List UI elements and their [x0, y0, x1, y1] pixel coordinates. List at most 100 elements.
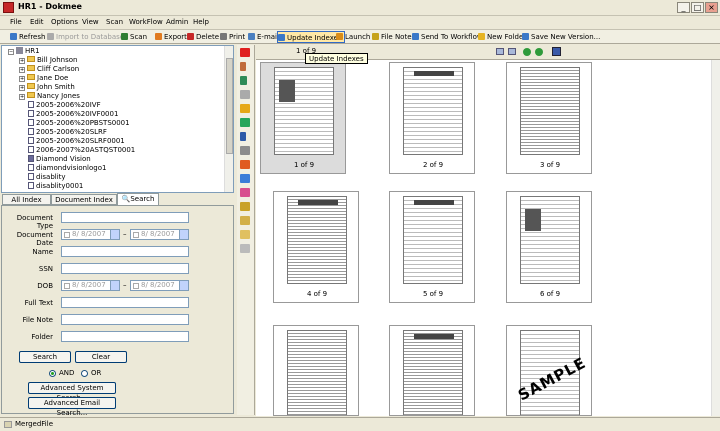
lock-icon[interactable]	[240, 216, 250, 225]
folder-input[interactable]	[61, 331, 189, 342]
tree-folder[interactable]: + Bill Johnson	[19, 56, 77, 65]
menu-scan[interactable]: Scan	[106, 18, 123, 26]
dob-to[interactable]: 8/ 8/2007	[130, 280, 189, 291]
tree-file[interactable]: Diamond Vision	[28, 155, 91, 164]
file-notes-button[interactable]: File Notes	[372, 31, 415, 43]
tree-file[interactable]: 2005-2006%20PBSTS0001	[28, 119, 130, 128]
note-icon[interactable]	[240, 90, 250, 99]
dob-from[interactable]: 8/ 8/2007	[61, 280, 120, 291]
tree-folder[interactable]: + John Smith	[19, 83, 75, 92]
grid-icon[interactable]	[240, 244, 250, 253]
menu-options[interactable]: Options	[51, 18, 78, 26]
calendar-dropdown-icon[interactable]	[179, 230, 188, 239]
send-to-workflow-button[interactable]: Send To Workflow	[412, 31, 483, 43]
expand-icon[interactable]: +	[19, 67, 25, 73]
calendar-dropdown-icon[interactable]	[179, 281, 188, 290]
refresh-button[interactable]: Refresh	[10, 31, 45, 43]
tree-folder[interactable]: + Cliff Carlson	[19, 65, 79, 74]
page-thumbnail-8[interactable]	[389, 325, 475, 416]
tree-file[interactable]: 2005-2006%20SLRF0001	[28, 137, 125, 146]
clear-button[interactable]: Clear	[75, 351, 127, 363]
expand-icon[interactable]: +	[19, 58, 25, 64]
expand-icon[interactable]: +	[19, 85, 25, 91]
date-checkbox[interactable]	[133, 283, 139, 289]
page-thumbnail-1[interactable]: 1 of 9	[260, 62, 346, 174]
tree-folder[interactable]: + Jane Doe	[19, 74, 68, 83]
marker-icon[interactable]	[240, 76, 247, 85]
page-thumbnail-5[interactable]: 5 of 9	[389, 191, 475, 303]
name-input[interactable]	[61, 246, 189, 257]
page-thumbnail-6[interactable]: 6 of 9	[506, 191, 592, 303]
launch-button[interactable]: Launch	[336, 31, 370, 43]
or-radio[interactable]	[81, 370, 88, 377]
tree-file[interactable]: 2005-2006%20SLRF	[28, 128, 107, 137]
text-icon[interactable]	[240, 146, 250, 155]
attach-icon[interactable]	[240, 202, 250, 211]
date-checkbox[interactable]	[133, 232, 139, 238]
page-icon[interactable]	[508, 48, 516, 55]
highlight-icon[interactable]	[240, 118, 250, 127]
tree-file[interactable]: 2006-2007%20ASTQST0001	[28, 146, 135, 155]
clip-icon[interactable]	[240, 230, 250, 239]
close-button[interactable]: ×	[705, 2, 718, 13]
and-radio[interactable]	[49, 370, 56, 377]
save-new-version-button[interactable]: Save New Version...	[522, 31, 600, 43]
date-checkbox[interactable]	[64, 283, 70, 289]
maximize-button[interactable]: □	[691, 2, 704, 13]
print-button[interactable]: Print	[220, 31, 245, 43]
pen-icon[interactable]	[240, 62, 246, 71]
search-button[interactable]: Search	[19, 351, 71, 363]
pointer-icon[interactable]	[240, 132, 246, 141]
scroll-thumb[interactable]	[226, 58, 233, 154]
page-thumbnail-3[interactable]: 3 of 9	[506, 62, 592, 174]
tree-folder[interactable]: + Nancy Jones	[19, 92, 80, 101]
scan-button[interactable]: Scan	[121, 31, 147, 43]
calendar-dropdown-icon[interactable]	[110, 281, 119, 290]
file-note-input[interactable]	[61, 314, 189, 325]
tab-search[interactable]: 🔍Search	[117, 193, 159, 205]
tree-file[interactable]: diamondvisionlogo1	[28, 164, 106, 173]
tab-document-index-fields[interactable]: Document Index Fields	[51, 194, 117, 214]
menu-view[interactable]: View	[82, 18, 99, 26]
tree-file[interactable]: 2005-2006%20IVF	[28, 101, 101, 110]
new-folder-button[interactable]: New Folder	[478, 31, 526, 43]
tree-file[interactable]: disablity0001	[28, 182, 83, 191]
advanced-system-search-button[interactable]: Advanced System Search...	[28, 382, 116, 402]
shape-icon[interactable]	[240, 160, 250, 169]
page-thumbnail-9[interactable]: SAMPLE	[506, 325, 592, 416]
color-icon[interactable]	[240, 48, 250, 57]
tab-all-index-fields[interactable]: All Index Fields	[2, 194, 51, 214]
tree-file[interactable]: 2005-2006%20IVF0001	[28, 110, 118, 119]
update-indexes-button[interactable]: Update Indexes	[277, 31, 345, 43]
page-thumbnail-2[interactable]: 2 of 9	[389, 62, 475, 174]
expand-icon[interactable]: +	[19, 94, 25, 100]
export-button[interactable]: Export	[155, 31, 187, 43]
document-date-to[interactable]: 8/ 8/2007	[130, 229, 189, 240]
tree-root[interactable]: − HR1	[8, 47, 40, 56]
rotate-right-icon[interactable]	[535, 48, 543, 56]
document-type-input[interactable]	[61, 212, 189, 223]
full-text-input[interactable]	[61, 297, 189, 308]
menu-workflow[interactable]: WorkFlow	[129, 18, 163, 26]
advanced-email-search-button[interactable]: Advanced Email Search...	[28, 397, 116, 417]
delete-button[interactable]: Delete	[187, 31, 219, 43]
rotate-left-icon[interactable]	[523, 48, 531, 56]
viewer-scrollbar[interactable]	[711, 60, 720, 416]
collapse-icon[interactable]: −	[8, 49, 14, 55]
page-thumbnail-4[interactable]: 4 of 9	[273, 191, 359, 303]
redact-icon[interactable]	[240, 188, 250, 197]
date-checkbox[interactable]	[64, 232, 70, 238]
menu-admin[interactable]: Admin	[166, 18, 188, 26]
expand-icon[interactable]: +	[19, 76, 25, 82]
minimize-button[interactable]: _	[677, 2, 690, 13]
menu-file[interactable]: File	[10, 18, 22, 26]
rotate-icon[interactable]	[240, 174, 250, 183]
calendar-dropdown-icon[interactable]	[110, 230, 119, 239]
page-icon[interactable]	[496, 48, 504, 55]
stamp-icon[interactable]	[240, 104, 250, 113]
tree-scrollbar[interactable]	[224, 46, 233, 192]
tree-file[interactable]: disablity	[28, 173, 66, 182]
save-icon[interactable]	[552, 47, 561, 56]
page-thumbnail-7[interactable]	[273, 325, 359, 416]
email-button[interactable]: E-mail	[248, 31, 279, 43]
